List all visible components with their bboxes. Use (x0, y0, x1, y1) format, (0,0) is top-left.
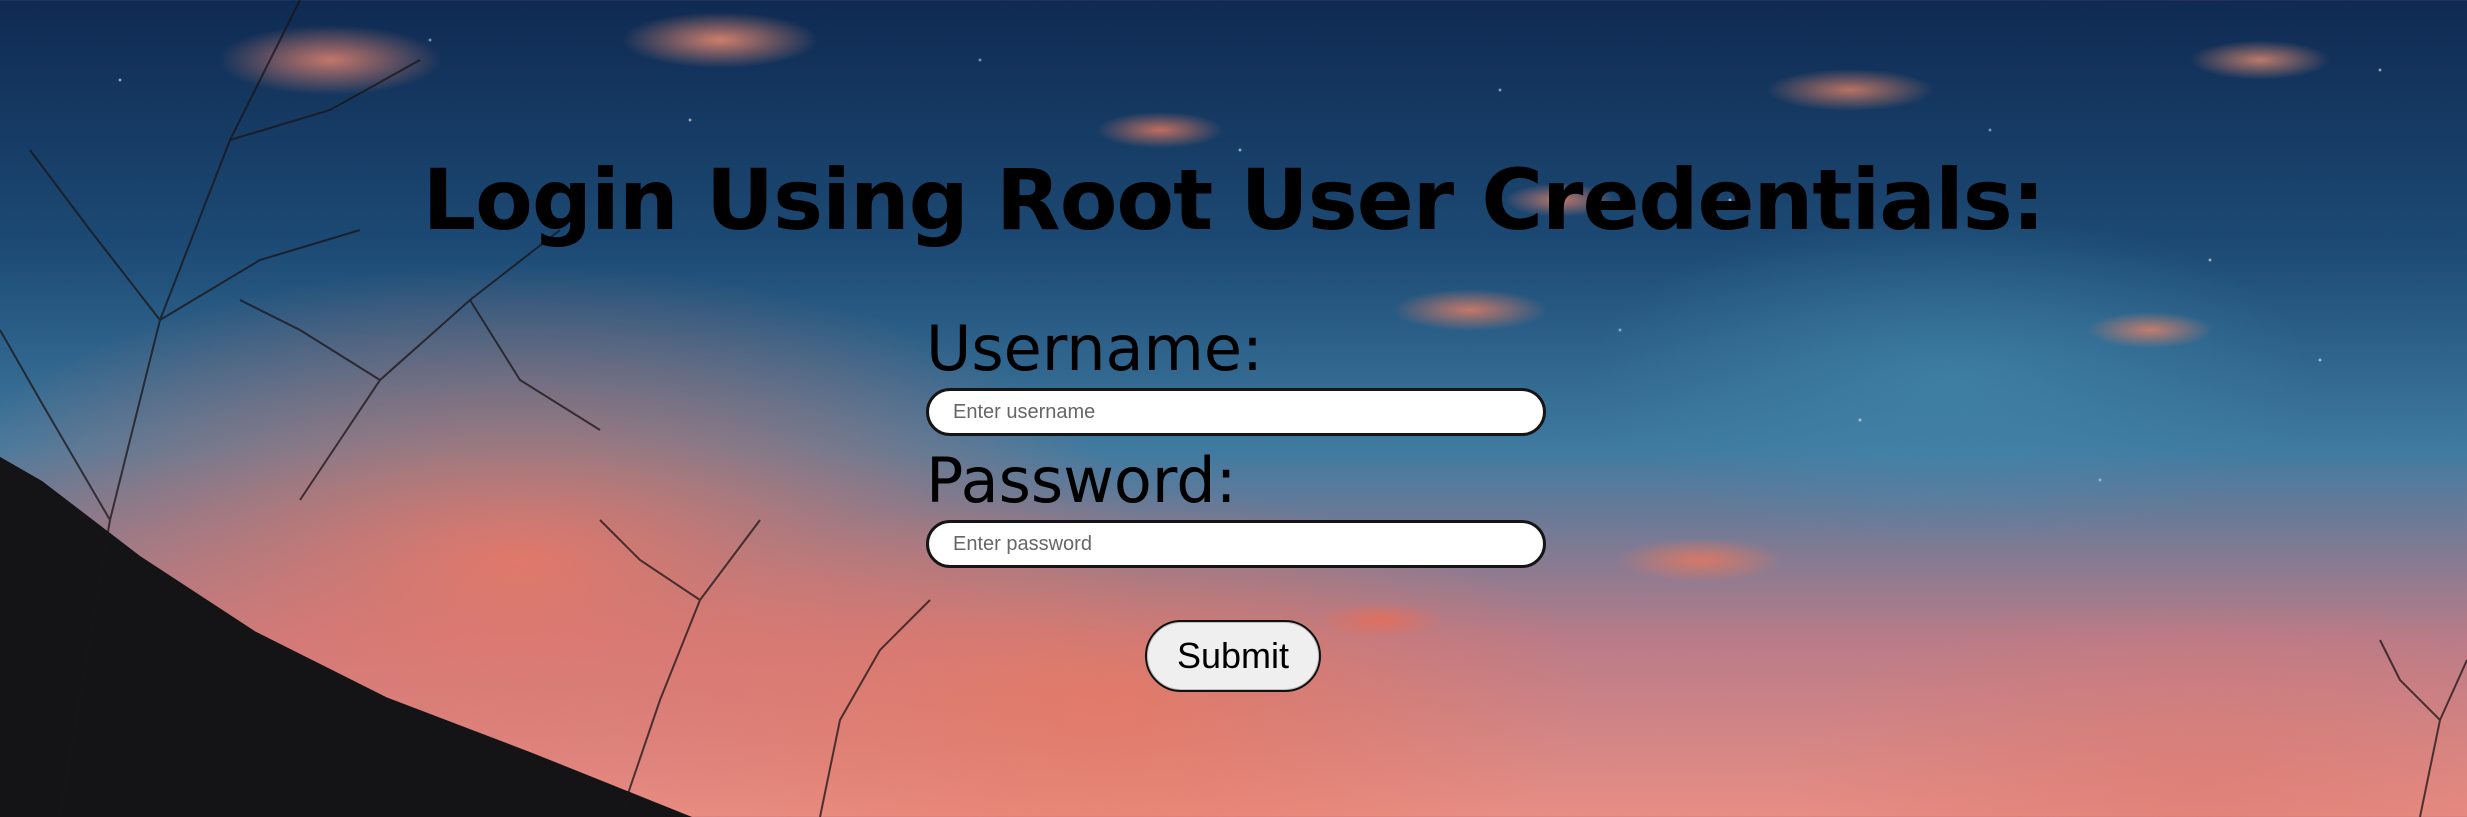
username-label: Username: (926, 312, 1263, 385)
page-title: Login Using Root User Credentials: (422, 151, 2046, 249)
password-field-group: Password: (926, 450, 1546, 568)
submit-container: Submit (1145, 620, 1321, 692)
password-label: Password: (926, 444, 1237, 517)
login-page: Login Using Root User Credentials: Usern… (0, 0, 2467, 817)
username-input[interactable] (926, 388, 1546, 436)
password-input[interactable] (926, 520, 1546, 568)
login-form: Username: Password: (926, 318, 1546, 582)
submit-button[interactable]: Submit (1145, 620, 1321, 692)
username-field-group: Username: (926, 318, 1546, 436)
